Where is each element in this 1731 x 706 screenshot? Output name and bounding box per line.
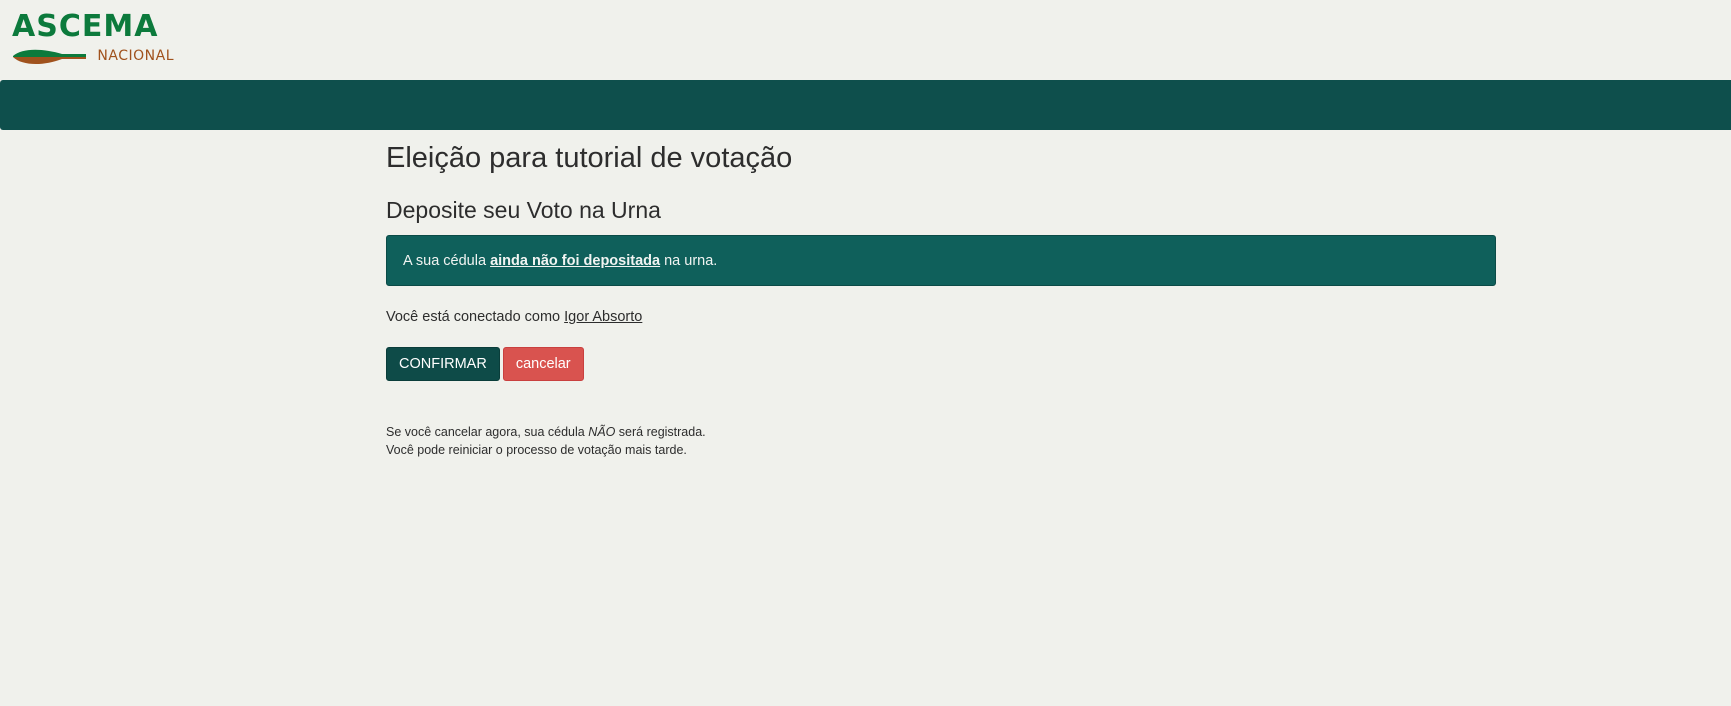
cancel-note: Se você cancelar agora, sua cédula NÃO s… bbox=[386, 423, 1496, 459]
session-prefix: Você está conectado como bbox=[386, 309, 565, 325]
user-name-link[interactable]: Igor Absorto bbox=[564, 309, 642, 325]
note-line-2: Você pode reiniciar o processo de votaçã… bbox=[386, 443, 687, 457]
main-content: Eleição para tutorial de votação Deposit… bbox=[386, 130, 1496, 459]
note-line-1-emphasis: NÃO bbox=[588, 425, 616, 439]
note-line-1-suffix: será registrada. bbox=[615, 425, 706, 439]
top-navbar bbox=[0, 80, 1731, 130]
alert-suffix: na urna. bbox=[660, 253, 718, 269]
confirm-button[interactable]: CONFIRMAR bbox=[386, 347, 500, 381]
session-info: Você está conectado como Igor Absorto bbox=[386, 308, 1496, 326]
cancel-button[interactable]: cancelar bbox=[502, 347, 584, 381]
page-title: Eleição para tutorial de votação bbox=[386, 142, 793, 174]
logo-subtitle: NACIONAL bbox=[97, 48, 174, 64]
leaf-upper bbox=[13, 49, 86, 57]
logo-name: ASCEMA bbox=[12, 9, 159, 44]
header: ASCEMA NACIONAL bbox=[0, 0, 1731, 80]
ascema-logo[interactable]: ASCEMA NACIONAL bbox=[12, 12, 174, 68]
leaf-lower bbox=[13, 57, 86, 65]
note-line-1: Se você cancelar agora, sua cédula NÃO s… bbox=[386, 423, 1496, 441]
leaf-icon bbox=[13, 49, 86, 65]
alert-emphasis: ainda não foi depositada bbox=[490, 253, 661, 269]
page-subtitle: Deposite seu Voto na Urna bbox=[386, 197, 661, 223]
ballot-status-alert: A sua cédula ainda não foi depositada na… bbox=[386, 235, 1496, 286]
action-buttons: CONFIRMAR cancelar bbox=[386, 347, 1496, 381]
alert-prefix: A sua cédula bbox=[403, 253, 491, 269]
note-line-1-prefix: Se você cancelar agora, sua cédula bbox=[386, 425, 589, 439]
